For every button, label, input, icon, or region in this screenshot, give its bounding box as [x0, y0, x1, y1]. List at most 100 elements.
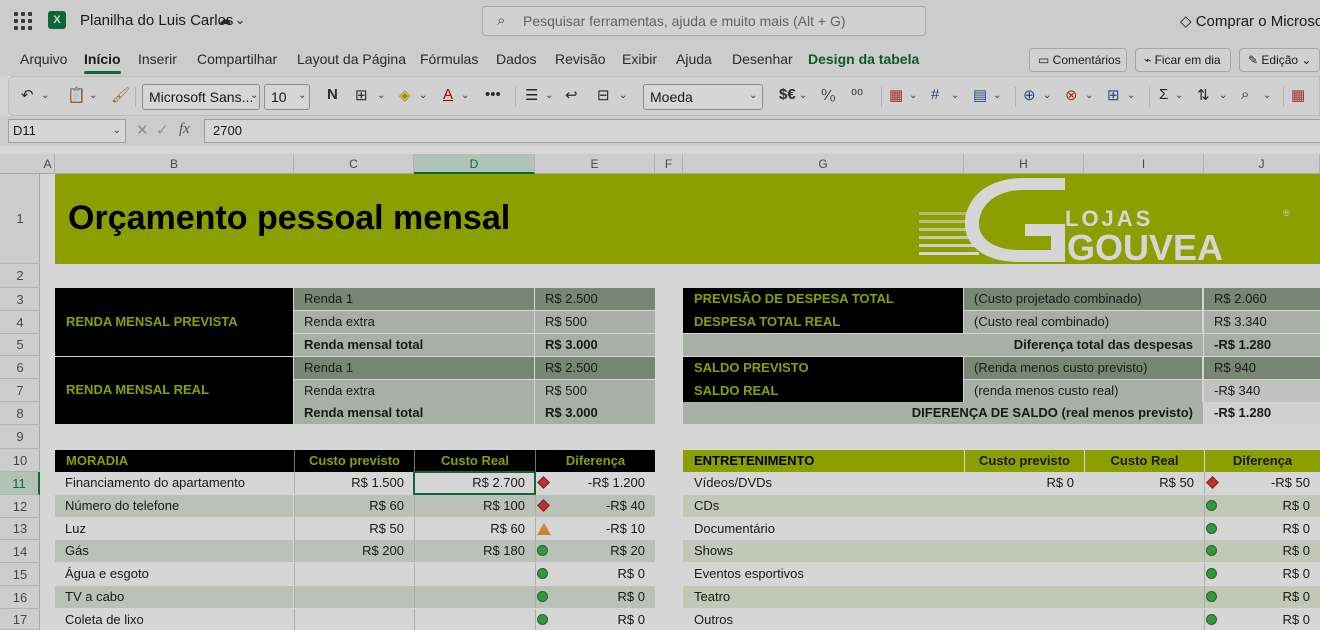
moradia-row-2-diferenca[interactable]: -R$ 40	[535, 495, 655, 517]
search-box[interactable]: ⌕	[482, 6, 926, 36]
merge-dropdown-icon[interactable]: ⌄	[619, 90, 627, 101]
row-header-10[interactable]: 10	[0, 449, 40, 472]
entretenimento-row-4-item[interactable]: Shows	[683, 540, 964, 562]
saldo-real-label[interactable]: SALDO REAL	[694, 380, 779, 402]
entretenimento-row-6-real[interactable]	[1084, 586, 1204, 608]
previsao-value-cell[interactable]: R$ 2.060	[1204, 288, 1320, 310]
align-icon[interactable]: ☰	[525, 86, 538, 104]
tab-layout[interactable]: Layout da Página	[297, 51, 406, 67]
paste-dropdown-icon[interactable]: ⌄	[89, 90, 97, 101]
enter-icon[interactable]: ✓	[156, 121, 169, 139]
entretenimento-row-2-previsto[interactable]	[964, 495, 1084, 517]
renda-prevista-total-value-cell[interactable]: R$ 3.000	[535, 334, 655, 356]
col-header-c[interactable]: C	[294, 154, 414, 174]
renda-prevista-row-1-value-cell[interactable]: R$ 2.500	[535, 288, 655, 310]
format-cells-icon[interactable]: ⊞	[1107, 86, 1120, 104]
moradia-row-7-real[interactable]	[414, 609, 535, 630]
entretenimento-row-3-previsto[interactable]	[964, 518, 1084, 540]
renda-real-row-1-value-cell[interactable]: R$ 2.500	[535, 357, 655, 379]
font-name-dropdown-icon[interactable]: ⌄	[250, 90, 258, 101]
autosum-dropdown-icon[interactable]: ⌄	[1175, 90, 1183, 101]
saldo-previsto-label[interactable]: SALDO PREVISTO	[694, 357, 809, 379]
format-dropdown-icon[interactable]: ⌄	[1127, 90, 1135, 101]
undo-icon[interactable]: ↶	[21, 86, 34, 104]
saldo-prev-note-cell[interactable]: (Renda menos custo previsto)	[964, 357, 1202, 379]
renda-real-row-1[interactable]: Renda 1	[294, 357, 534, 379]
tab-revisao[interactable]: Revisão	[555, 51, 606, 67]
sync-status-icon[interactable]: ☁ ⌄	[218, 12, 246, 28]
tab-exibir[interactable]: Exibir	[622, 51, 657, 67]
row-header-5[interactable]: 5	[0, 334, 40, 356]
entretenimento-row-5-previsto[interactable]	[964, 563, 1084, 585]
row-header-8[interactable]: 8	[0, 402, 40, 425]
col-header-i[interactable]: I	[1084, 154, 1204, 174]
col-header-a[interactable]: A	[41, 154, 55, 174]
moradia-row-7-previsto[interactable]	[294, 609, 414, 630]
format-painter-icon[interactable]: 🖌	[111, 86, 130, 104]
moradia-row-6-real[interactable]	[414, 586, 535, 608]
entretenimento-row-3-item[interactable]: Documentário	[683, 518, 964, 540]
despesa-real-label[interactable]: DESPESA TOTAL REAL	[694, 311, 840, 333]
borders-icon[interactable]: ⊞	[355, 86, 368, 104]
entretenimento-row-2-real[interactable]	[1084, 495, 1204, 517]
number-format-select[interactable]: Moeda	[643, 84, 763, 110]
search-input[interactable]	[523, 11, 913, 31]
row-header-16[interactable]: 16	[0, 586, 40, 609]
row-header-15[interactable]: 15	[0, 563, 40, 586]
renda-real-row-2-value-cell[interactable]: R$ 500	[535, 380, 655, 402]
buy-microsoft-365-link[interactable]: ◇ Comprar o Microsoft 365	[1180, 12, 1320, 30]
renda-real-row-2[interactable]: Renda extra	[294, 380, 534, 402]
editing-button[interactable]: ✎ Edição ⌄	[1239, 48, 1320, 72]
app-launcher-icon[interactable]	[14, 12, 32, 30]
row-header-13[interactable]: 13	[0, 518, 40, 540]
entretenimento-row-1-diferenca[interactable]: -R$ 50	[1204, 472, 1320, 494]
moradia-header-diferenca[interactable]: Diferença	[535, 450, 655, 472]
moradia-row-4-real[interactable]: R$ 180	[414, 540, 535, 562]
undo-dropdown-icon[interactable]: ⌄	[41, 90, 49, 101]
number-format-dropdown-icon[interactable]: ⌄	[749, 90, 757, 101]
moradia-row-7-item[interactable]: Coleta de lixo	[55, 609, 293, 630]
row-header-17[interactable]: 17	[0, 609, 40, 630]
entretenimento-row-3-diferenca[interactable]: R$ 0	[1204, 518, 1320, 540]
catchup-button[interactable]: ⌁ Ficar em dia	[1135, 48, 1231, 72]
col-header-b[interactable]: B	[55, 154, 294, 174]
autosum-icon[interactable]: Σ	[1159, 86, 1168, 103]
moradia-row-5-item[interactable]: Água e esgoto	[55, 563, 293, 585]
name-box-dropdown-icon[interactable]: ⌄	[113, 120, 121, 142]
tab-dados[interactable]: Dados	[496, 51, 536, 67]
find-icon[interactable]: ⌕	[1241, 86, 1249, 103]
cancel-icon[interactable]: ✕	[136, 121, 149, 139]
moradia-row-6-item[interactable]: TV a cabo	[55, 586, 293, 608]
comments-button[interactable]: ▭ Comentários	[1029, 48, 1127, 72]
entretenimento-row-2-item[interactable]: CDs	[683, 495, 964, 517]
entretenimento-row-7-previsto[interactable]	[964, 609, 1084, 630]
row-header-2[interactable]: 2	[0, 264, 40, 288]
row-header-3[interactable]: 3	[0, 288, 40, 311]
entretenimento-header-real[interactable]: Custo Real	[1084, 450, 1204, 472]
conditional-format-icon[interactable]: ▦	[889, 86, 903, 104]
tab-compartilhar[interactable]: Compartilhar	[197, 51, 277, 67]
tab-formulas[interactable]: Fórmulas	[420, 51, 478, 67]
entretenimento-row-1-item[interactable]: Vídeos/DVDs	[683, 472, 964, 494]
sort-filter-icon[interactable]: ⇅	[1197, 86, 1210, 104]
moradia-row-6-previsto[interactable]	[294, 586, 414, 608]
tab-design-tabela[interactable]: Design da tabela	[808, 51, 919, 67]
moradia-row-1-diferenca[interactable]: -R$ 1.200	[535, 472, 655, 494]
sort-dropdown-icon[interactable]: ⌄	[1219, 90, 1227, 101]
entretenimento-row-1-real[interactable]: R$ 50	[1084, 472, 1204, 494]
renda-prevista-row-2-value-cell[interactable]: R$ 500	[535, 311, 655, 333]
entretenimento-row-6-previsto[interactable]	[964, 586, 1084, 608]
row-header-4[interactable]: 4	[0, 311, 40, 334]
saldo-real-note-cell[interactable]: (renda menos custo real)	[964, 380, 1202, 402]
tab-arquivo[interactable]: Arquivo	[20, 51, 67, 67]
entretenimento-row-4-diferenca[interactable]: R$ 0	[1204, 540, 1320, 562]
moradia-row-2-item[interactable]: Número do telefone	[55, 495, 293, 517]
fill-color-icon[interactable]: ◈	[399, 86, 411, 104]
paste-icon[interactable]: 📋	[67, 86, 86, 104]
font-name-select[interactable]: Microsoft Sans...	[142, 84, 260, 110]
insert-cells-icon[interactable]: ⊕	[1023, 86, 1036, 104]
saldo-prev-value-cell[interactable]: R$ 940	[1204, 357, 1320, 379]
renda-prevista-row-2[interactable]: Renda extra	[294, 311, 534, 333]
saldo-real-value-cell[interactable]: -R$ 340	[1204, 380, 1320, 402]
moradia-row-6-diferenca[interactable]: R$ 0	[535, 586, 655, 608]
